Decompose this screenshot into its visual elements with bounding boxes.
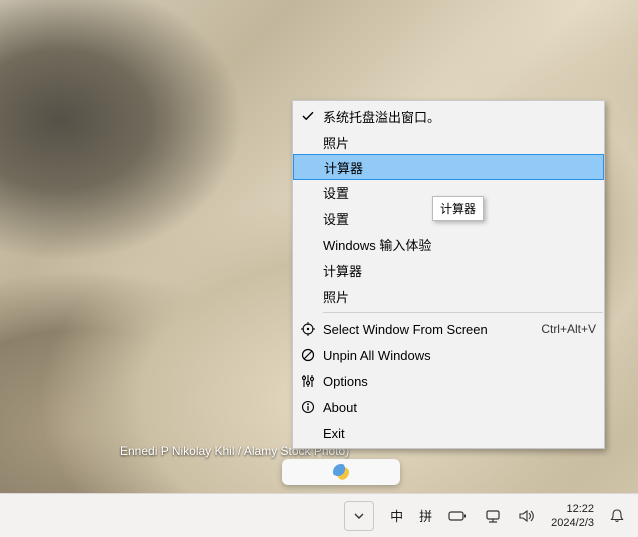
menu-item-overflow-window[interactable]: 系统托盘溢出窗口。 xyxy=(293,103,604,129)
target-icon xyxy=(293,322,323,336)
ime-mode[interactable]: 拼 xyxy=(412,496,439,536)
menu-label: Select Window From Screen xyxy=(323,322,541,337)
menu-item-input-experience[interactable]: Windows 输入体验 xyxy=(293,231,604,257)
menu-label: Unpin All Windows xyxy=(323,348,596,363)
info-icon xyxy=(293,400,323,414)
menu-separator xyxy=(323,312,603,313)
tooltip: 计算器 xyxy=(432,196,484,221)
weather-icon xyxy=(333,464,349,480)
tray-overflow-button[interactable] xyxy=(337,496,381,536)
chevron-down-icon xyxy=(353,510,365,522)
menu-label: Exit xyxy=(323,426,596,441)
taskbar: 中 拼 12:22 2024/2/3 xyxy=(0,493,638,537)
sliders-icon xyxy=(293,374,323,388)
menu-label: About xyxy=(323,400,596,415)
clock-time: 12:22 xyxy=(566,502,594,516)
menu-item-unpin-all[interactable]: Unpin All Windows xyxy=(293,342,604,368)
no-icon xyxy=(293,348,323,362)
menu-label: 照片 xyxy=(323,133,596,152)
check-icon xyxy=(293,110,323,122)
menu-label: 计算器 xyxy=(324,158,595,177)
menu-item-about[interactable]: About xyxy=(293,394,604,420)
notifications-icon[interactable] xyxy=(602,496,632,536)
ime-language[interactable]: 中 xyxy=(383,496,410,536)
volume-icon[interactable] xyxy=(511,496,543,536)
weather-popup[interactable] xyxy=(282,459,400,485)
menu-label: 照片 xyxy=(323,287,596,306)
menu-label: 系统托盘溢出窗口。 xyxy=(323,107,596,126)
menu-label: Options xyxy=(323,374,596,389)
menu-label: Windows 输入体验 xyxy=(323,235,596,254)
menu-item-calculator-2[interactable]: 计算器 xyxy=(293,257,604,283)
clock-date-text: 2024/2/3 xyxy=(551,516,594,530)
menu-item-select-window[interactable]: Select Window From Screen Ctrl+Alt+V xyxy=(293,316,604,342)
clock-date[interactable]: 12:22 2024/2/3 xyxy=(545,496,600,536)
menu-item-photos-2[interactable]: 照片 xyxy=(293,283,604,309)
menu-item-calculator[interactable]: 计算器 xyxy=(293,154,604,180)
battery-icon[interactable] xyxy=(441,496,475,536)
menu-item-photos[interactable]: 照片 xyxy=(293,129,604,155)
tray-context-menu: 系统托盘溢出窗口。 照片 计算器 设置 设置 Windows 输入体验 计算器 … xyxy=(292,100,605,449)
menu-label: 计算器 xyxy=(323,261,596,280)
menu-item-options[interactable]: Options xyxy=(293,368,604,394)
menu-shortcut: Ctrl+Alt+V xyxy=(541,322,596,336)
menu-item-exit[interactable]: Exit xyxy=(293,420,604,446)
network-icon[interactable] xyxy=(477,496,509,536)
